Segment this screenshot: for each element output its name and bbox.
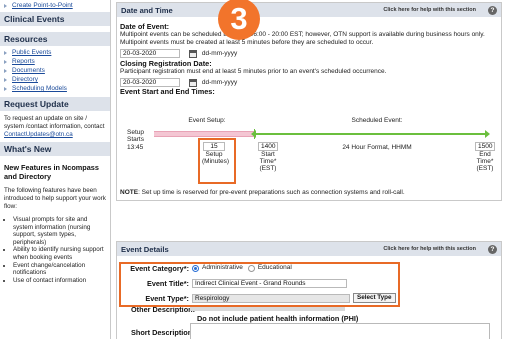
- contact-updates-email-link[interactable]: ContactUpdates@otn.ca: [4, 131, 73, 138]
- create-point-to-point-link[interactable]: Create Point-to-Point: [0, 1, 110, 10]
- step-badge: 3: [218, 0, 260, 40]
- resources-heading: Resources: [0, 32, 110, 46]
- resource-link-label[interactable]: Public Events: [12, 49, 51, 56]
- closing-registration-label: Closing Registration Date:: [120, 59, 212, 68]
- new-features-list: Visual prompts for site and system infor…: [0, 216, 110, 284]
- end-time-group: 1500 End Time* (EST): [473, 142, 497, 172]
- event-details-highlight: [119, 262, 400, 307]
- resource-links: Public Events Reports Documents Director…: [0, 48, 110, 93]
- hour-format-hint: 24 Hour Format, HHMM: [342, 144, 412, 151]
- whats-new-heading: What's New: [0, 142, 110, 156]
- date-time-panel: Date and Time Click here for help with t…: [116, 2, 502, 201]
- start-marker: [254, 129, 255, 139]
- date-format-hint: dd-mm-yyyy: [201, 50, 238, 57]
- scheduled-event-line: [254, 133, 486, 135]
- closing-date-row: 20-03-2020 dd-mm-yyyy: [120, 78, 498, 87]
- event-details-title: Event Details: [121, 244, 169, 254]
- create-point-to-point-label[interactable]: Create Point-to-Point: [12, 2, 73, 9]
- event-details-help-text[interactable]: Click here for help with this section: [383, 246, 476, 252]
- arrow-right-icon: [4, 50, 7, 55]
- resource-link-public-events[interactable]: Public Events: [0, 48, 110, 57]
- resource-link-label[interactable]: Documents: [12, 67, 45, 74]
- help-icon[interactable]: ?: [488, 5, 497, 15]
- short-description-label: Short Description:: [131, 328, 195, 337]
- list-item: Ability to identify nursing support when…: [13, 246, 107, 261]
- list-item: Visual prompts for site and system infor…: [13, 216, 107, 246]
- note-label: NOTE: [120, 189, 139, 196]
- calendar-icon[interactable]: [188, 78, 197, 87]
- arrow-right-icon: [4, 86, 7, 91]
- date-time-help[interactable]: Click here for help with this section ?: [383, 5, 497, 15]
- scheduled-event-label: Scheduled Event:: [351, 117, 403, 124]
- date-of-event-label: Date of Event:: [120, 22, 170, 31]
- phi-warning: Do not include patient health informatio…: [197, 314, 359, 323]
- note-text: : Set up time is reserved for pre-event …: [138, 189, 405, 196]
- end-time-input[interactable]: 1500: [475, 142, 495, 151]
- new-features-title: New Features in Ncompass and Directory: [4, 163, 99, 181]
- arrow-right-icon: [4, 3, 7, 8]
- clinical-events-heading[interactable]: Clinical Events: [0, 12, 110, 26]
- date-format-hint: dd-mm-yyyy: [201, 79, 238, 86]
- date-time-title: Date and Time: [121, 5, 173, 15]
- date-of-event-desc: Multipoint events can be scheduled betwe…: [120, 31, 485, 46]
- event-timeline: Event Setup: Scheduled Event: Setup Star…: [117, 117, 501, 179]
- short-description-textarea[interactable]: [190, 323, 490, 339]
- arrow-right-icon: [4, 59, 7, 64]
- resource-link-scheduling-models[interactable]: Scheduling Models: [0, 84, 110, 93]
- event-setup-label: Event Setup:: [188, 117, 226, 124]
- date-time-panel-header: Date and Time Click here for help with t…: [117, 3, 501, 17]
- start-time-label: Start Time* (EST): [259, 151, 277, 172]
- date-of-event-section: Date of Event: Multipoint events can be …: [120, 22, 498, 96]
- arrow-right-icon: [485, 130, 490, 138]
- event-date-input[interactable]: 20-03-2020: [120, 49, 180, 58]
- request-update-heading: Request Update: [0, 97, 110, 111]
- event-details-help[interactable]: Click here for help with this section ?: [383, 244, 497, 254]
- help-icon[interactable]: ?: [488, 244, 497, 254]
- resource-link-directory[interactable]: Directory: [0, 75, 110, 84]
- event-details-panel-header: Event Details Click here for help with t…: [117, 242, 501, 256]
- resource-link-documents[interactable]: Documents: [0, 66, 110, 75]
- resource-link-label[interactable]: Scheduling Models: [12, 85, 67, 92]
- sidebar: Create Point-to-Point Clinical Events Re…: [0, 0, 111, 339]
- closing-registration-desc: Participant registration must end at lea…: [120, 68, 387, 75]
- list-item: Event change/cancelation notifications: [13, 262, 107, 277]
- event-date-row: 20-03-2020 dd-mm-yyyy: [120, 49, 498, 58]
- new-features-intro: The following features have been introdu…: [4, 187, 106, 210]
- request-update-text: To request an update on site / system /c…: [0, 115, 110, 139]
- arrow-right-icon: [4, 77, 7, 82]
- setup-duration-bar: [154, 131, 254, 137]
- date-time-help-text[interactable]: Click here for help with this section: [383, 7, 476, 13]
- calendar-icon[interactable]: [188, 49, 197, 58]
- setup-starts-label: Setup Starts: [127, 129, 144, 143]
- list-item: Use of contact information: [13, 277, 107, 285]
- resource-link-label[interactable]: Directory: [12, 76, 38, 83]
- start-end-times-label: Event Start and End Times:: [120, 87, 215, 96]
- setup-start-time: 13:45: [127, 144, 144, 151]
- request-update-desc: To request an update on site / system /c…: [4, 115, 105, 130]
- setup-note: NOTE: Set up time is reserved for pre-ev…: [120, 189, 498, 197]
- start-time-input[interactable]: 1400: [258, 142, 278, 151]
- arrow-right-icon: [4, 68, 7, 73]
- resource-link-reports[interactable]: Reports: [0, 57, 110, 66]
- closing-date-input[interactable]: 20-03-2020: [120, 78, 180, 87]
- setup-minutes-highlight: [198, 138, 236, 184]
- end-time-label: End Time* (EST): [476, 151, 494, 172]
- resource-link-label[interactable]: Reports: [12, 58, 35, 65]
- start-time-group: 1400 Start Time* (EST): [256, 142, 280, 172]
